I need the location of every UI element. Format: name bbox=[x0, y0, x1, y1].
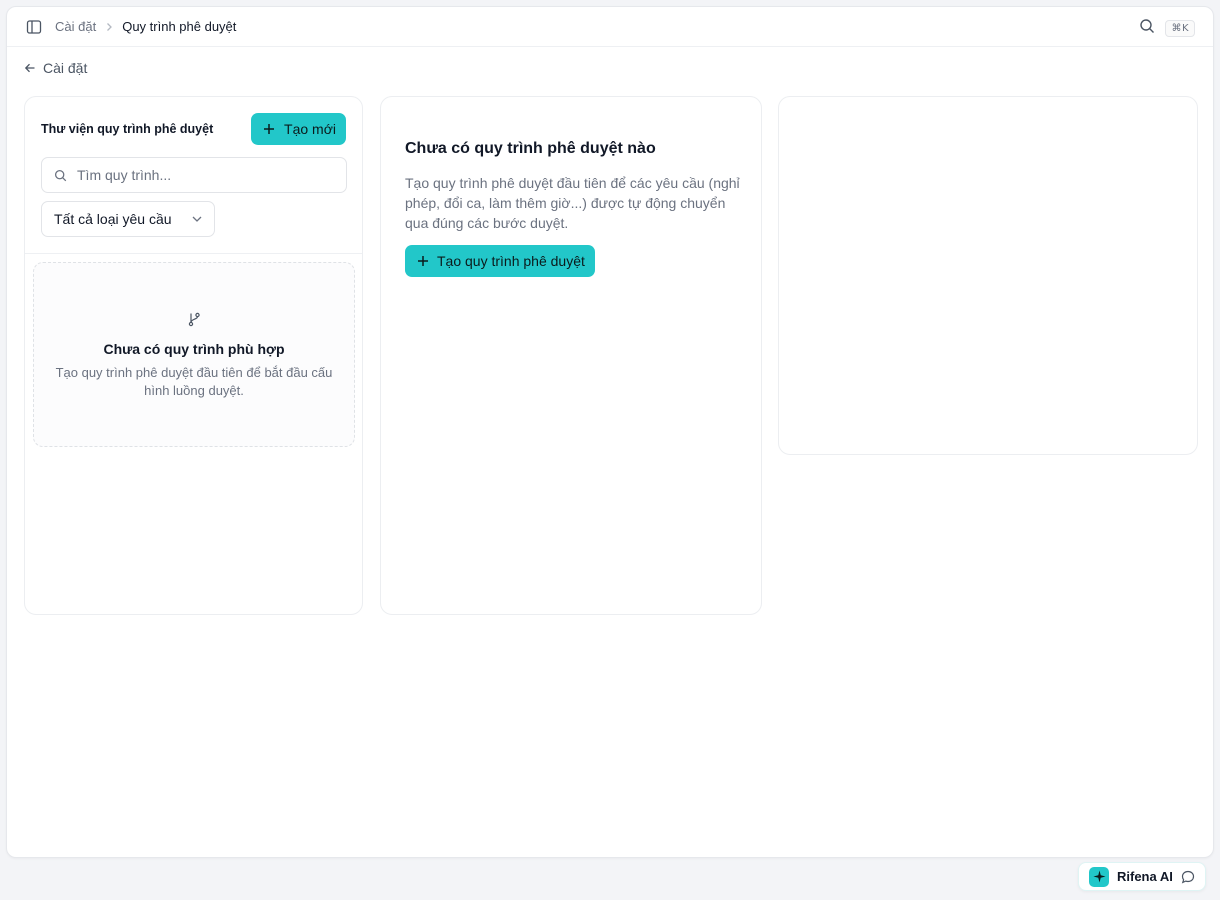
plus-icon bbox=[264, 124, 275, 134]
sidebar-toggle-button[interactable] bbox=[25, 18, 43, 36]
back-link[interactable]: Cài đặt bbox=[24, 60, 87, 76]
chat-bubble-icon bbox=[1181, 870, 1194, 883]
request-type-select[interactable]: Tất cả loại yêu cầu bbox=[41, 201, 215, 237]
sparkle-icon bbox=[1089, 866, 1109, 887]
empty-state-card: Chưa có quy trình phù hợp Tạo quy trình … bbox=[33, 262, 355, 447]
ai-assistant-label: Rifena AI bbox=[1117, 869, 1173, 884]
new-workflow-label: Tạo mới bbox=[284, 121, 336, 137]
topbar-actions: ⌘K bbox=[1139, 18, 1195, 39]
library-panel: Thư viện quy trình phê duyệt Tạo mới Tất… bbox=[24, 96, 363, 615]
ai-assistant-button[interactable]: Rifena AI bbox=[1078, 862, 1206, 891]
main-panel: Chưa có quy trình phê duyệt nào Tạo quy … bbox=[380, 96, 762, 615]
search-input[interactable] bbox=[77, 167, 327, 183]
empty-state-title: Chưa có quy trình phù hợp bbox=[103, 341, 285, 357]
back-link-label: Cài đặt bbox=[43, 60, 88, 76]
divider bbox=[25, 253, 362, 254]
search-icon[interactable] bbox=[1139, 18, 1155, 39]
search-field[interactable] bbox=[41, 157, 347, 193]
shortcut-badge: ⌘K bbox=[1165, 20, 1195, 37]
breadcrumb-parent[interactable]: Cài đặt bbox=[55, 19, 96, 34]
search-icon bbox=[54, 169, 67, 181]
chevron-right-icon bbox=[105, 22, 113, 32]
new-workflow-button[interactable]: Tạo mới bbox=[251, 113, 346, 145]
main-title: Chưa có quy trình phê duyệt nào bbox=[405, 140, 656, 157]
top-bar: Cài đặt Quy trình phê duyệt ⌘K bbox=[7, 7, 1213, 47]
breadcrumb-current: Quy trình phê duyệt bbox=[122, 19, 237, 34]
detail-panel bbox=[778, 96, 1198, 455]
plus-icon bbox=[418, 256, 428, 266]
breadcrumb: Cài đặt Quy trình phê duyệt bbox=[55, 19, 236, 34]
arrow-left-icon bbox=[24, 63, 35, 73]
library-header: Thư viện quy trình phê duyệt Tạo mới bbox=[41, 113, 346, 145]
library-title: Thư viện quy trình phê duyệt bbox=[41, 122, 214, 136]
request-type-value: Tất cả loại yêu cầu bbox=[54, 211, 172, 227]
empty-state-description: Tạo quy trình phê duyệt đầu tiên để bắt … bbox=[55, 365, 333, 398]
main-description: Tạo quy trình phê duyệt đầu tiên để các … bbox=[405, 175, 740, 231]
create-workflow-button[interactable]: Tạo quy trình phê duyệt bbox=[405, 245, 595, 277]
chevron-down-icon bbox=[192, 216, 202, 222]
app-window: Cài đặt Quy trình phê duyệt ⌘K Cài đặt T… bbox=[6, 6, 1214, 858]
create-workflow-label: Tạo quy trình phê duyệt bbox=[437, 253, 585, 269]
sidebar-toggle-icon bbox=[26, 19, 42, 34]
git-branch-icon bbox=[188, 312, 200, 327]
